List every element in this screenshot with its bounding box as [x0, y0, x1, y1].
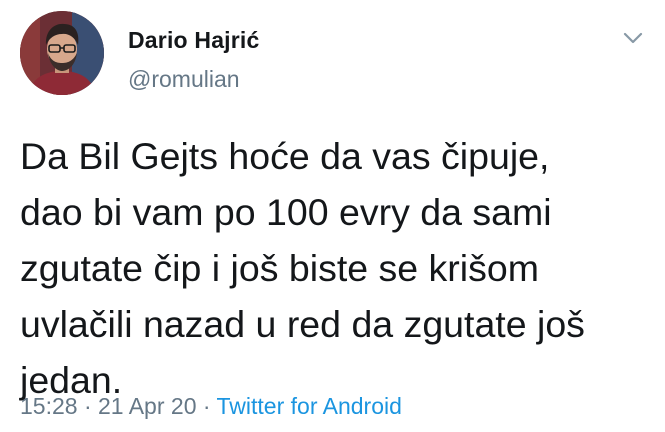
- tweet-text-line: dao bi vam po 100 evry da sami: [20, 191, 552, 233]
- tweet-text: Da Bil Gejts hoće da vas čipuje, dao bi …: [20, 128, 650, 408]
- tweet-date[interactable]: 21 Apr 20: [98, 393, 196, 419]
- author-name[interactable]: Dario Hajrić: [128, 27, 260, 54]
- tweet-text-line: uvlačili nazad u red da zgutate još: [20, 303, 585, 345]
- tweet-text-line: Da Bil Gejts hoće da vas čipuje,: [20, 135, 550, 177]
- tweet-text-line: zgutate čip i još biste se krišom: [20, 247, 539, 289]
- meta-separator: ·: [202, 393, 211, 419]
- chevron-down-icon[interactable]: [622, 30, 644, 46]
- tweet-metadata: 15:28 · 21 Apr 20 · Twitter for Android: [20, 393, 402, 420]
- tweet-source-link[interactable]: Twitter for Android: [217, 393, 402, 419]
- tweet-time[interactable]: 15:28: [20, 393, 78, 419]
- author-handle[interactable]: @romulian: [128, 66, 240, 93]
- meta-separator: ·: [83, 393, 92, 419]
- tweet-card: Dario Hajrić @romulian Da Bil Gejts hoće…: [0, 0, 665, 432]
- avatar[interactable]: [20, 11, 104, 95]
- avatar-image: [20, 11, 104, 95]
